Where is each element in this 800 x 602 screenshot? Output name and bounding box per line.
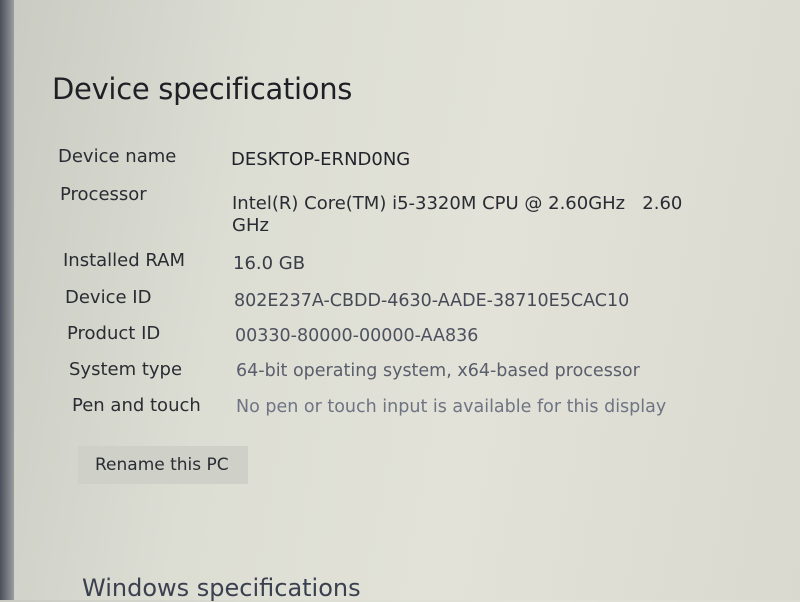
value-system-type: 64-bit operating system, x64-based proce…: [236, 361, 640, 381]
value-installed-ram: 16.0 GB: [233, 253, 306, 274]
value-processor-cont: GHz: [232, 215, 269, 236]
windows-specifications-heading: Windows specifications: [82, 574, 361, 602]
value-device-name: DESKTOP-ERND0NG: [231, 149, 411, 170]
label-system-type: System type: [69, 359, 183, 380]
label-installed-ram: Installed RAM: [63, 250, 186, 271]
label-product-id: Product ID: [67, 323, 161, 344]
value-pen-and-touch: No pen or touch input is available for t…: [236, 397, 667, 417]
value-product-id: 00330-80000-00000-AA836: [235, 326, 479, 346]
rename-pc-button[interactable]: Rename this PC: [78, 446, 248, 484]
value-processor: Intel(R) Core(TM) i5-3320M CPU @ 2.60GHz…: [232, 193, 683, 214]
section-title: Device specifications: [52, 72, 353, 106]
label-pen-and-touch: Pen and touch: [72, 395, 201, 416]
label-device-name: Device name: [58, 146, 177, 167]
label-device-id: Device ID: [65, 287, 152, 308]
label-processor: Processor: [60, 184, 147, 205]
window-left-edge: [0, 0, 14, 600]
value-device-id: 802E237A-CBDD-4630-AADE-38710E5CAC10: [234, 291, 630, 311]
